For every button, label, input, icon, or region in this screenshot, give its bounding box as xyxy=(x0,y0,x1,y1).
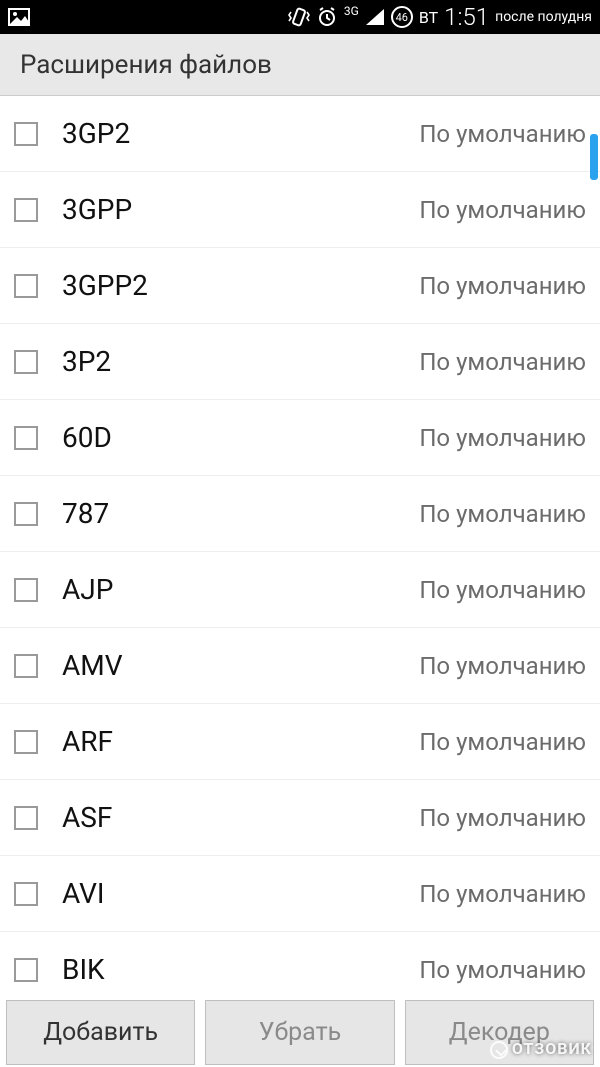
extension-name: 60D xyxy=(62,421,419,454)
status-time: 1:51 xyxy=(444,3,489,31)
extension-checkbox[interactable] xyxy=(14,958,38,982)
decoder-button[interactable]: Декодер xyxy=(405,1000,594,1065)
extension-name: 3GPP2 xyxy=(62,269,419,302)
gallery-icon xyxy=(8,8,30,26)
extension-row[interactable]: ARFПо умолчанию xyxy=(0,704,600,780)
extension-default-label: По умолчанию xyxy=(419,956,586,984)
extension-checkbox[interactable] xyxy=(14,122,38,146)
status-bar: 3G 46 ВТ 1:51 после полудня xyxy=(0,0,600,34)
extension-name: BIK xyxy=(62,953,419,986)
page-title: Расширения файлов xyxy=(0,34,600,96)
extension-checkbox[interactable] xyxy=(14,274,38,298)
extension-checkbox[interactable] xyxy=(14,350,38,374)
extension-checkbox[interactable] xyxy=(14,882,38,906)
extension-row[interactable]: 3GPPПо умолчанию xyxy=(0,172,600,248)
extension-default-label: По умолчанию xyxy=(419,500,586,528)
remove-button[interactable]: Убрать xyxy=(205,1000,394,1065)
extension-default-label: По умолчанию xyxy=(419,804,586,832)
extension-name: AMV xyxy=(62,649,419,682)
extension-checkbox[interactable] xyxy=(14,502,38,526)
scroll-indicator[interactable] xyxy=(590,134,598,180)
extension-checkbox[interactable] xyxy=(14,654,38,678)
button-bar: Добавить Убрать Декодер xyxy=(0,1000,600,1067)
extension-row[interactable]: 60DПо умолчанию xyxy=(0,400,600,476)
extension-default-label: По умолчанию xyxy=(419,880,586,908)
extension-default-label: По умолчанию xyxy=(419,348,586,376)
status-ampm: после полудня xyxy=(495,9,592,25)
extension-name: ASF xyxy=(62,801,419,834)
network-type-label: 3G xyxy=(344,4,359,18)
extension-default-label: По умолчанию xyxy=(419,196,586,224)
extension-name: 3P2 xyxy=(62,345,419,378)
extension-name: 3GP2 xyxy=(62,117,419,150)
extension-row[interactable]: 3GP2По умолчанию xyxy=(0,96,600,172)
extension-default-label: По умолчанию xyxy=(419,424,586,452)
extension-default-label: По умолчанию xyxy=(419,728,586,756)
extensions-list[interactable]: 3GP2По умолчанию3GPPПо умолчанию3GPP2По … xyxy=(0,96,600,1000)
extension-name: 787 xyxy=(62,497,419,530)
extension-default-label: По умолчанию xyxy=(419,576,586,604)
extension-row[interactable]: AMVПо умолчанию xyxy=(0,628,600,704)
signal-icon xyxy=(365,8,385,26)
alarm-icon xyxy=(316,6,338,28)
extension-checkbox[interactable] xyxy=(14,426,38,450)
vibrate-icon xyxy=(288,6,310,28)
extension-default-label: По умолчанию xyxy=(419,120,586,148)
extension-row[interactable]: AJPПо умолчанию xyxy=(0,552,600,628)
add-button[interactable]: Добавить xyxy=(6,1000,195,1065)
extension-default-label: По умолчанию xyxy=(419,652,586,680)
extension-checkbox[interactable] xyxy=(14,730,38,754)
battery-badge: 46 xyxy=(391,6,413,28)
extension-name: ARF xyxy=(62,725,419,758)
extension-checkbox[interactable] xyxy=(14,198,38,222)
extension-row[interactable]: BIKПо умолчанию xyxy=(0,932,600,1000)
extension-checkbox[interactable] xyxy=(14,578,38,602)
extension-name: AJP xyxy=(62,573,419,606)
extension-name: 3GPP xyxy=(62,193,419,226)
extension-default-label: По умолчанию xyxy=(419,272,586,300)
status-day: ВТ xyxy=(419,8,438,27)
extension-row[interactable]: AVIПо умолчанию xyxy=(0,856,600,932)
extension-name: AVI xyxy=(62,877,419,910)
extension-row[interactable]: 3P2По умолчанию xyxy=(0,324,600,400)
extension-row[interactable]: 3GPP2По умолчанию xyxy=(0,248,600,324)
extension-row[interactable]: 787По умолчанию xyxy=(0,476,600,552)
extension-checkbox[interactable] xyxy=(14,806,38,830)
extension-row[interactable]: ASFПо умолчанию xyxy=(0,780,600,856)
